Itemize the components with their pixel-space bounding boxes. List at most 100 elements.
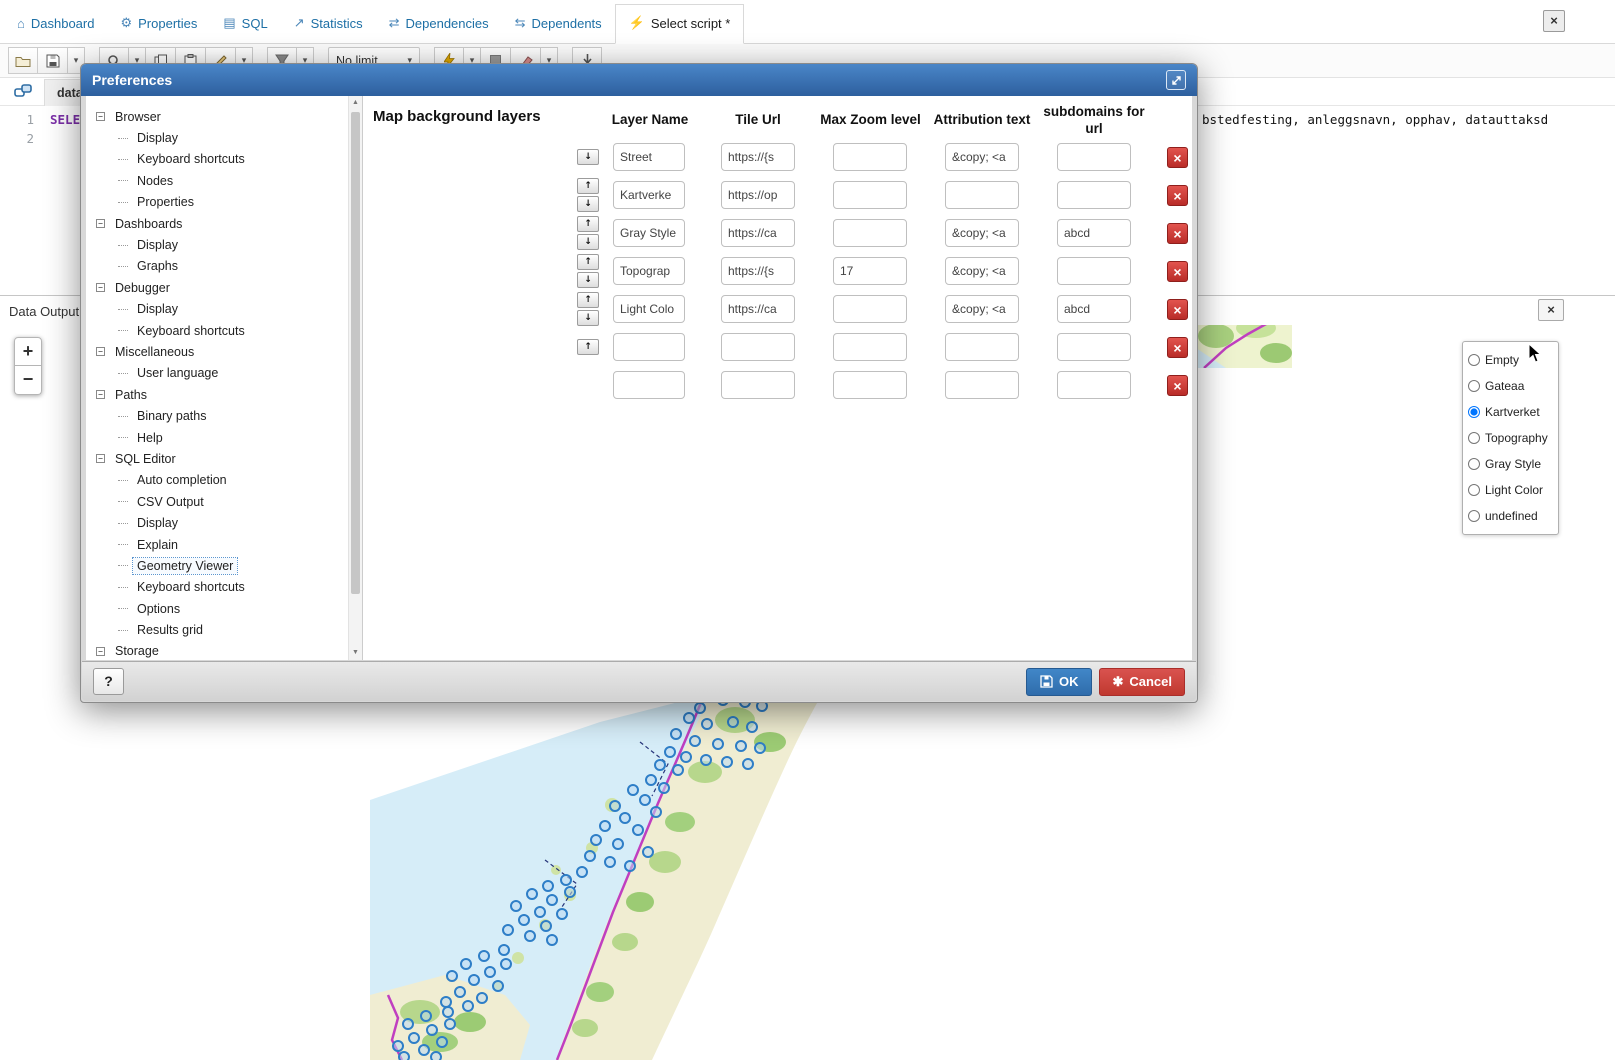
collapse-icon[interactable]: − — [96, 390, 105, 399]
delete-layer-button[interactable]: × — [1167, 337, 1188, 358]
tree-item-miscellaneous[interactable]: −Miscellaneous — [96, 341, 342, 362]
tree-item-debugger[interactable]: −Debugger — [96, 277, 342, 298]
tile-url-input[interactable] — [721, 181, 795, 209]
attribution-input[interactable] — [945, 295, 1019, 323]
layer-radio[interactable] — [1468, 484, 1480, 496]
tab-dependencies[interactable]: ⇄Dependencies — [376, 4, 502, 43]
tree-item-sql-editor[interactable]: −SQL Editor — [96, 448, 342, 469]
subdomains-input[interactable] — [1057, 257, 1131, 285]
max-zoom-input[interactable] — [833, 143, 907, 171]
map-marker[interactable] — [455, 987, 465, 997]
map-marker[interactable] — [702, 719, 712, 729]
zoom-in-button[interactable]: + — [14, 337, 42, 366]
map-marker[interactable] — [643, 847, 653, 857]
tile-url-input[interactable] — [721, 333, 795, 361]
map-marker[interactable] — [620, 813, 630, 823]
map-marker[interactable] — [651, 807, 661, 817]
map-marker[interactable] — [541, 921, 551, 931]
max-zoom-input[interactable] — [833, 333, 907, 361]
map-marker[interactable] — [503, 925, 513, 935]
map-marker[interactable] — [437, 1037, 447, 1047]
subdomains-input[interactable] — [1057, 295, 1131, 323]
map-marker[interactable] — [628, 785, 638, 795]
layer-radio[interactable] — [1468, 380, 1480, 392]
tree-item-graphs[interactable]: Graphs — [96, 256, 342, 277]
layer-name-input[interactable] — [613, 181, 685, 209]
tree-item-nodes[interactable]: Nodes — [96, 170, 342, 191]
max-zoom-input[interactable] — [833, 295, 907, 323]
move-up-button[interactable]: ↑ — [577, 292, 599, 308]
map-marker[interactable] — [511, 901, 521, 911]
layer-option-kartverket[interactable]: Kartverket — [1468, 399, 1553, 425]
map-marker[interactable] — [585, 851, 595, 861]
tree-item-options[interactable]: Options — [96, 598, 342, 619]
tab-select-script[interactable]: ⚡Select script * — [615, 4, 745, 44]
tab-dashboard[interactable]: ⌂Dashboard — [4, 5, 107, 43]
layer-name-input[interactable] — [613, 371, 685, 399]
tree-item-csv-output[interactable]: CSV Output — [96, 491, 342, 512]
map-marker[interactable] — [547, 935, 557, 945]
map-marker[interactable] — [646, 775, 656, 785]
map-marker[interactable] — [501, 959, 511, 969]
map-marker[interactable] — [565, 887, 575, 897]
tree-scrollbar[interactable]: ▲ ▼ — [348, 96, 362, 660]
map-marker[interactable] — [463, 1001, 473, 1011]
map-marker[interactable] — [684, 713, 694, 723]
map-marker[interactable] — [743, 759, 753, 769]
layer-name-input[interactable] — [613, 219, 685, 247]
tree-item-binary-paths[interactable]: Binary paths — [96, 405, 342, 426]
map-marker[interactable] — [695, 703, 705, 713]
delete-layer-button[interactable]: × — [1167, 147, 1188, 168]
map-marker[interactable] — [421, 1011, 431, 1021]
map-marker[interactable] — [445, 1019, 455, 1029]
tree-item-geometry-viewer[interactable]: Geometry Viewer — [96, 555, 342, 576]
attribution-input[interactable] — [945, 371, 1019, 399]
scroll-up-icon[interactable]: ▲ — [349, 96, 362, 110]
ok-button[interactable]: OK — [1026, 668, 1093, 696]
layer-radio[interactable] — [1468, 406, 1480, 418]
attribution-input[interactable] — [945, 219, 1019, 247]
map-marker[interactable] — [447, 971, 457, 981]
map-marker[interactable] — [485, 967, 495, 977]
move-up-button[interactable]: ↑ — [577, 339, 599, 355]
map-marker[interactable] — [427, 1025, 437, 1035]
subdomains-input[interactable] — [1057, 143, 1131, 171]
tree-item-dashboards[interactable]: −Dashboards — [96, 213, 342, 234]
map-marker[interactable] — [736, 741, 746, 751]
map-marker[interactable] — [671, 729, 681, 739]
delete-layer-button[interactable]: × — [1167, 261, 1188, 282]
subdomains-input[interactable] — [1057, 371, 1131, 399]
save-button[interactable] — [38, 47, 68, 74]
map-marker[interactable] — [728, 717, 738, 727]
map-marker[interactable] — [461, 959, 471, 969]
tile-url-input[interactable] — [721, 143, 795, 171]
tree-item-display[interactable]: Display — [96, 234, 342, 255]
tree-item-results-grid[interactable]: Results grid — [96, 619, 342, 640]
open-file-button[interactable] — [8, 47, 38, 74]
layer-name-input[interactable] — [613, 333, 685, 361]
map-marker[interactable] — [441, 997, 451, 1007]
move-down-button[interactable]: ↓ — [577, 149, 599, 165]
map-marker[interactable] — [477, 993, 487, 1003]
map-marker[interactable] — [633, 825, 643, 835]
max-zoom-input[interactable] — [833, 257, 907, 285]
map-marker[interactable] — [535, 907, 545, 917]
tree-item-display[interactable]: Display — [96, 127, 342, 148]
move-up-button[interactable]: ↑ — [577, 254, 599, 270]
map-marker[interactable] — [681, 752, 691, 762]
tree-item-paths[interactable]: −Paths — [96, 384, 342, 405]
tab-sql[interactable]: ▤SQL — [210, 4, 280, 43]
dialog-maximize-button[interactable] — [1166, 70, 1186, 90]
map-marker[interactable] — [577, 867, 587, 877]
layer-option-light-color[interactable]: Light Color — [1468, 477, 1553, 503]
tree-item-explain[interactable]: Explain — [96, 534, 342, 555]
max-zoom-input[interactable] — [833, 371, 907, 399]
tile-url-input[interactable] — [721, 371, 795, 399]
subdomains-input[interactable] — [1057, 333, 1131, 361]
collapse-icon[interactable]: − — [96, 112, 105, 121]
attribution-input[interactable] — [945, 257, 1019, 285]
map-marker[interactable] — [403, 1019, 413, 1029]
map-marker[interactable] — [690, 736, 700, 746]
tile-url-input[interactable] — [721, 219, 795, 247]
map-marker[interactable] — [701, 755, 711, 765]
